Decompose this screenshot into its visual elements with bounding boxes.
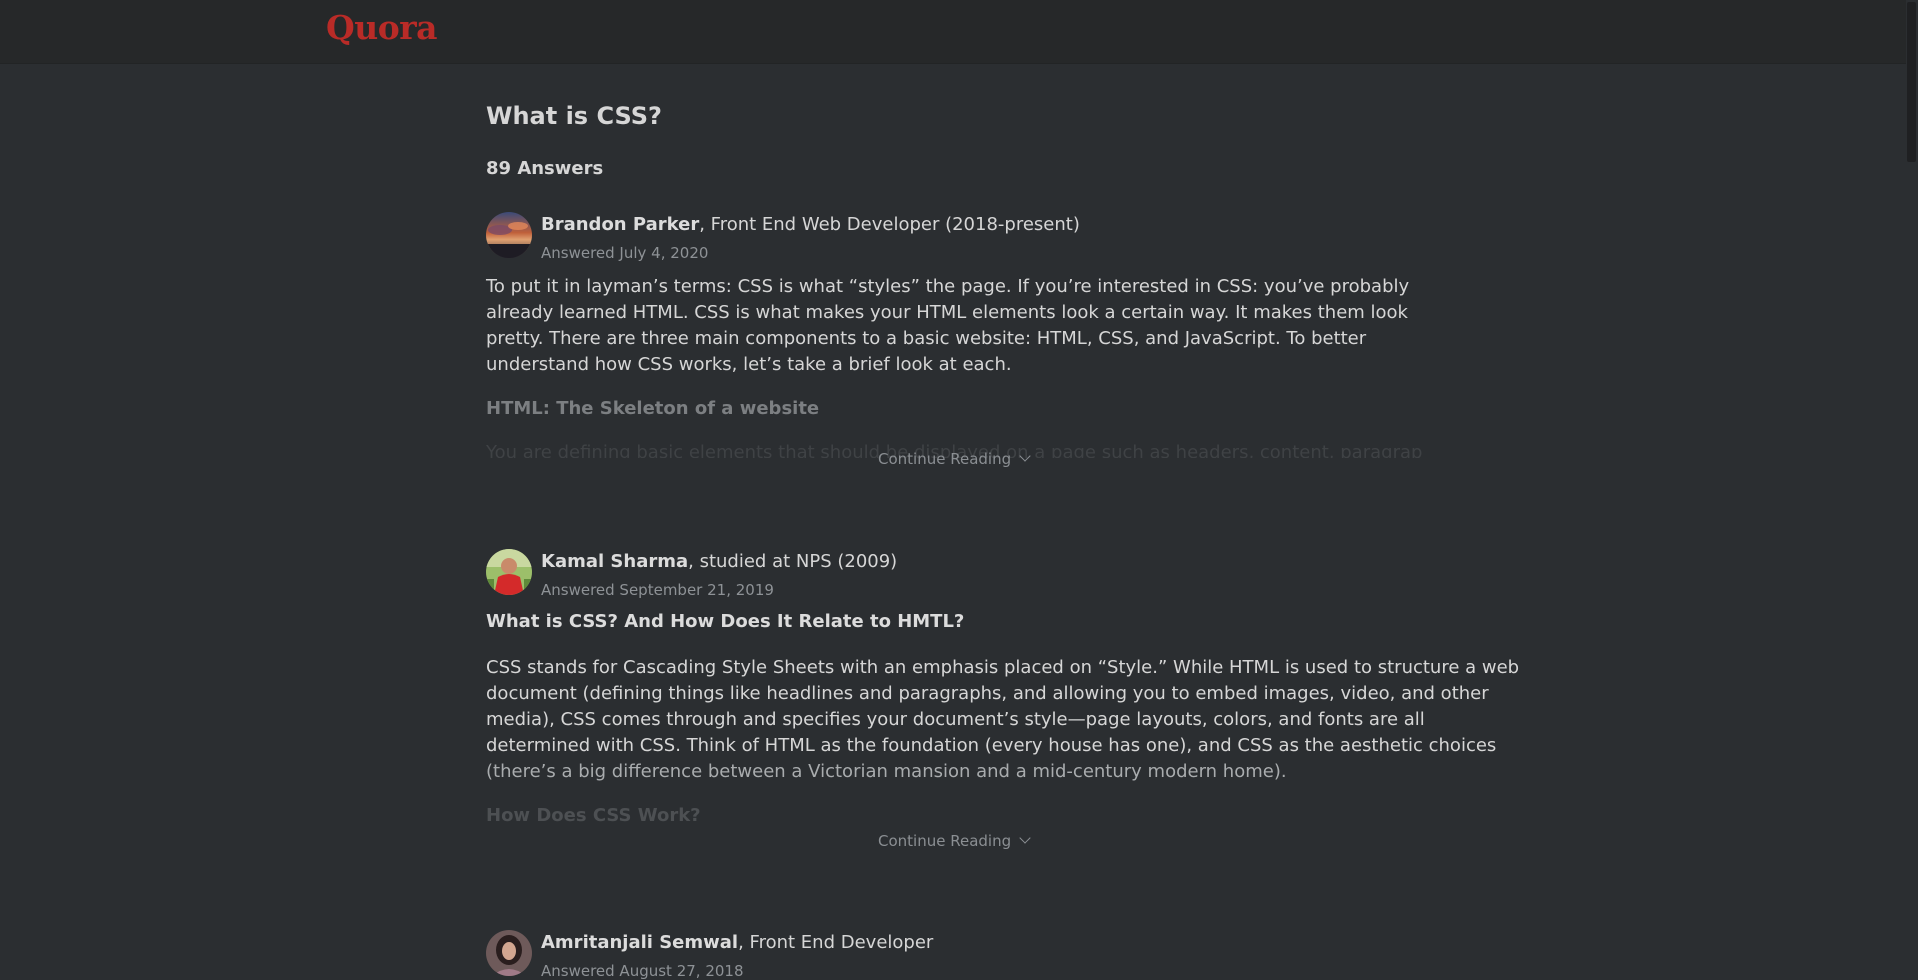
- body-line: media), CSS comes through and specifies …: [486, 709, 1425, 730]
- answer-body: CSS stands for Cascading Style Sheets wi…: [486, 655, 1520, 785]
- answer-date[interactable]: Answered August 27, 2018: [541, 962, 744, 980]
- chevron-down-icon: [1019, 832, 1031, 844]
- author-name[interactable]: Kamal Sharma: [541, 551, 688, 572]
- author-credential: , Front End Developer: [738, 932, 934, 953]
- chevron-down-icon: [1019, 450, 1031, 462]
- author-line: Kamal Sharma, studied at NPS (2009): [541, 551, 897, 572]
- body-line: CSS stands for Cascading Style Sheets wi…: [486, 657, 1520, 678]
- avatar[interactable]: [486, 212, 532, 258]
- answer-body: To put it in layman’s terms: CSS is what…: [486, 276, 1410, 375]
- continue-reading-label: Continue Reading: [878, 450, 1012, 468]
- author-credential: , Front End Web Developer (2018-present): [699, 214, 1080, 235]
- continue-reading-label: Continue Reading: [878, 832, 1012, 850]
- author-name[interactable]: Amritanjali Semwal: [541, 932, 738, 953]
- continue-reading-button[interactable]: Continue Reading: [878, 832, 1031, 850]
- answer-count: 89 Answers: [486, 158, 604, 179]
- author-line: Brandon Parker, Front End Web Developer …: [541, 214, 1080, 235]
- avatar[interactable]: [486, 930, 532, 976]
- body-line: document (defining things like headlines…: [486, 683, 1489, 704]
- body-line: (there’s a big difference between a Vict…: [486, 761, 1287, 782]
- avatar[interactable]: [486, 549, 532, 595]
- author-line: Amritanjali Semwal, Front End Developer: [541, 932, 933, 953]
- answer-subheading: HTML: The Skeleton of a website: [486, 398, 820, 419]
- author-credential: , studied at NPS (2009): [688, 551, 898, 572]
- top-bar: Quora: [0, 0, 1906, 64]
- answer-heading: What is CSS? And How Does It Relate to H…: [486, 611, 965, 632]
- answer-date[interactable]: Answered July 4, 2020: [541, 244, 708, 262]
- scrollbar-thumb[interactable]: [1907, 2, 1916, 162]
- author-name[interactable]: Brandon Parker: [541, 214, 699, 235]
- body-line: determined with CSS. Think of HTML as th…: [486, 735, 1497, 756]
- question-title[interactable]: What is CSS?: [486, 102, 662, 130]
- answer-subheading: How Does CSS Work?: [486, 805, 701, 826]
- continue-reading-button[interactable]: Continue Reading: [878, 450, 1031, 468]
- answer-date[interactable]: Answered September 21, 2019: [541, 581, 774, 599]
- quora-logo[interactable]: Quora: [326, 8, 438, 47]
- scrollbar[interactable]: [1906, 0, 1918, 977]
